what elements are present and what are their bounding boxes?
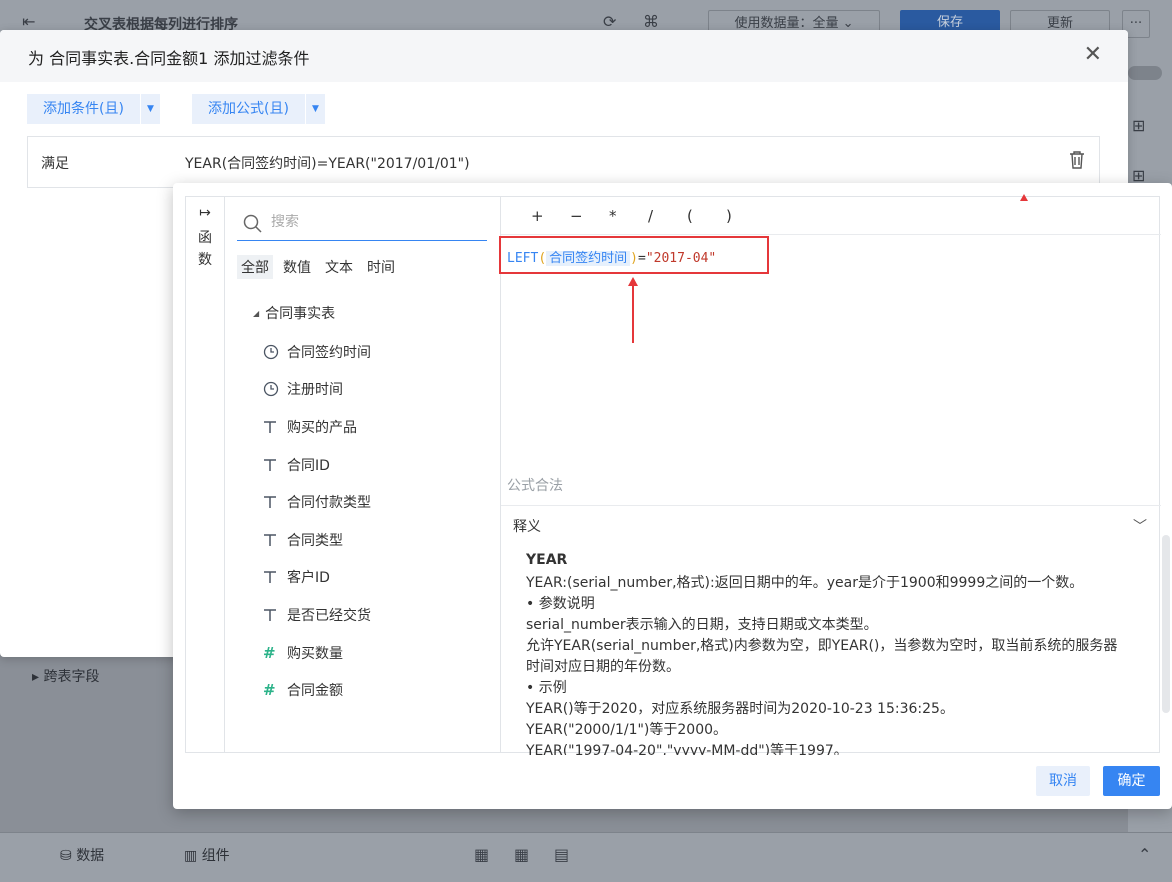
formula-input[interactable]: LEFT(合同签约时间)="2017-04" bbox=[507, 247, 716, 266]
trash-icon[interactable] bbox=[1069, 151, 1085, 169]
text-type-icon bbox=[263, 420, 287, 434]
text-type-icon bbox=[263, 495, 287, 509]
function-rail[interactable]: ↦ 函数 bbox=[186, 197, 225, 752]
number-type-icon: # bbox=[263, 643, 276, 662]
component-icon[interactable]: ⊞ bbox=[1132, 116, 1145, 135]
text-type-icon bbox=[263, 533, 287, 547]
clock-icon bbox=[263, 344, 287, 360]
field-item[interactable]: 注册时间 bbox=[263, 371, 371, 409]
text-type-icon bbox=[263, 458, 287, 472]
chevron-down-icon[interactable]: ﹀ bbox=[1133, 516, 1147, 536]
field-tag[interactable]: 合同签约时间 bbox=[546, 251, 631, 266]
dropdown-arrow-icon[interactable]: ▼ bbox=[139, 94, 160, 124]
explain-panel: 释义 ﹀ YEAR YEAR:(serial_number,格式):返回日期中的… bbox=[501, 505, 1161, 755]
field-item[interactable]: 合同ID bbox=[263, 446, 371, 484]
search-box[interactable] bbox=[237, 211, 487, 241]
field-item[interactable]: 合同签约时间 bbox=[263, 333, 371, 371]
cross-table-fields[interactable]: ▸ 跨表字段 bbox=[32, 666, 99, 686]
close-icon[interactable]: ✕ bbox=[1084, 42, 1102, 67]
tab-text[interactable]: 文本 bbox=[321, 255, 357, 279]
search-icon bbox=[243, 214, 262, 233]
scrollbar[interactable] bbox=[1162, 535, 1170, 713]
field-item[interactable]: 是否已经交货 bbox=[263, 596, 371, 634]
bottom-bar: ⛁ 数据 ▥ 组件 ▦ ▦ ▤ ⌃ bbox=[0, 832, 1172, 882]
dialog-header: 为 合同事实表.合同金额1 添加过滤条件 ✕ bbox=[0, 30, 1128, 82]
toggle-switch[interactable] bbox=[1128, 66, 1162, 80]
close-paren-operator[interactable]: ) bbox=[726, 207, 765, 225]
plus-operator[interactable]: + bbox=[531, 207, 570, 225]
dialog-title: 为 合同事实表.合同金额1 添加过滤条件 bbox=[28, 49, 310, 68]
cancel-button[interactable]: 取消 bbox=[1036, 766, 1090, 796]
field-list: 合同签约时间 注册时间 购买的产品 合同ID 合同付款类型 合同类型 客户ID … bbox=[263, 333, 371, 709]
tab-number[interactable]: 数值 bbox=[279, 255, 315, 279]
add-condition-button[interactable]: 添加条件(且) ▼ bbox=[27, 94, 160, 124]
open-paren-operator[interactable]: ( bbox=[687, 207, 726, 225]
multiply-operator[interactable]: * bbox=[609, 207, 648, 225]
formula-valid-status: 公式合法 bbox=[507, 478, 563, 494]
add-text-icon[interactable]: ▤ bbox=[554, 845, 569, 864]
number-type-icon: # bbox=[263, 681, 276, 700]
table-node[interactable]: ◢ 合同事实表 bbox=[253, 303, 335, 323]
condition-formula[interactable]: YEAR(合同签约时间)=YEAR("2017/01/01") bbox=[185, 153, 470, 173]
add-formula-button[interactable]: 添加公式(且) ▼ bbox=[192, 94, 325, 124]
tab-component[interactable]: ▥ 组件 bbox=[184, 845, 230, 865]
formula-dialog: ↦ 函数 全部 数值 文本 时间 ◢合同事实表 bbox=[173, 183, 1172, 809]
explain-body: YEAR YEAR:(serial_number,格式):返回日期中的年。yea… bbox=[526, 552, 1118, 755]
refresh-icon[interactable]: ⟳ bbox=[603, 12, 616, 31]
field-item[interactable]: 购买的产品 bbox=[263, 408, 371, 446]
operator-bar: + − * / ( ) bbox=[501, 197, 1161, 235]
annotation-marker bbox=[1020, 194, 1028, 201]
condition-key: 满足 bbox=[41, 156, 69, 172]
text-type-icon bbox=[263, 608, 287, 622]
formula-panel: ↦ 函数 全部 数值 文本 时间 ◢合同事实表 bbox=[185, 194, 1161, 755]
ok-button[interactable]: 确定 bbox=[1103, 766, 1160, 796]
minus-operator[interactable]: − bbox=[570, 207, 609, 225]
flow-icon[interactable]: ⌘ bbox=[643, 12, 659, 31]
clock-icon bbox=[263, 381, 287, 397]
field-item[interactable]: 合同付款类型 bbox=[263, 483, 371, 521]
collapse-icon[interactable]: ⌃ bbox=[1138, 845, 1151, 864]
exit-icon[interactable]: ⇤ bbox=[22, 12, 35, 31]
explain-header: 释义 bbox=[513, 519, 541, 535]
tab-all[interactable]: 全部 bbox=[237, 255, 273, 279]
annotation-arrow bbox=[628, 277, 638, 343]
tab-time[interactable]: 时间 bbox=[363, 255, 399, 279]
formula-editor: + − * / ( ) LEFT(合同签约时间)="2017-04" 公式合法 … bbox=[499, 194, 1161, 755]
field-item[interactable]: # 合同金额 bbox=[263, 671, 371, 709]
type-tabs: 全部 数值 文本 时间 bbox=[237, 255, 399, 279]
expand-icon[interactable]: ↦ bbox=[186, 205, 224, 221]
field-item[interactable]: 合同类型 bbox=[263, 521, 371, 559]
field-item[interactable]: 客户ID bbox=[263, 559, 371, 597]
add-chart-icon[interactable]: ▦ bbox=[474, 845, 489, 864]
search-input[interactable] bbox=[271, 214, 471, 230]
collapse-triangle-icon[interactable]: ◢ bbox=[253, 309, 259, 318]
field-item[interactable]: # 购买数量 bbox=[263, 634, 371, 672]
dropdown-arrow-icon[interactable]: ▼ bbox=[304, 94, 325, 124]
text-type-icon bbox=[263, 570, 287, 584]
condition-row[interactable]: 满足 YEAR(合同签约时间)=YEAR("2017/01/01") bbox=[27, 136, 1100, 188]
tab-data[interactable]: ⛁ 数据 bbox=[60, 845, 104, 865]
field-panel: 全部 数值 文本 时间 ◢合同事实表 合同签约时间 注册时间 购 bbox=[225, 197, 501, 752]
add-table-icon[interactable]: ▦ bbox=[514, 845, 529, 864]
divide-operator[interactable]: / bbox=[648, 207, 687, 225]
